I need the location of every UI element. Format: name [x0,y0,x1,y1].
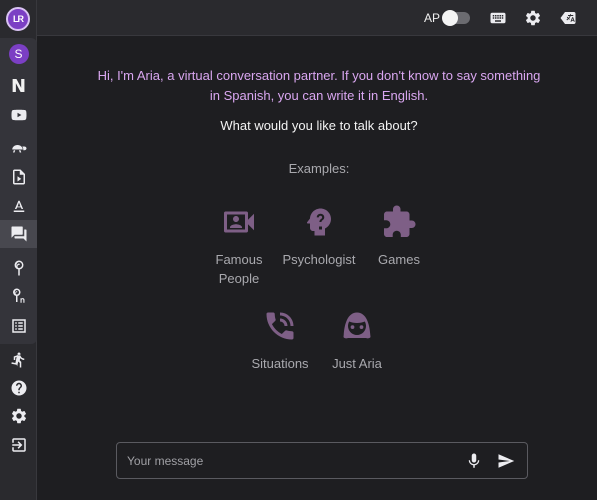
chat-icon [11,226,26,242]
gear-icon [525,10,541,26]
list-icon [11,319,26,333]
question-text: What would you like to talk about? [220,118,418,133]
text-format-icon [13,200,24,212]
sidebar-item-settings[interactable] [0,402,37,430]
lollipop-n-icon [12,288,24,303]
send-icon [498,454,515,468]
sidebar-item-login[interactable] [0,431,37,459]
login-icon [11,438,26,452]
sidebar-item-text[interactable] [0,192,37,220]
examples-label: Examples: [288,161,350,176]
head-question-icon [301,204,337,240]
sidebar-item-lollipop[interactable] [0,254,37,282]
sidebar-item-turtle[interactable] [0,134,37,162]
phone-call-icon [262,308,298,344]
app-logo[interactable]: LR [6,7,30,31]
intro-text: Hi, I'm Aria, a virtual conversation par… [97,68,541,103]
face-icon [339,308,375,344]
example-psychologist[interactable]: Psychologist [274,204,364,269]
sidebar-item-video-file[interactable] [0,163,37,191]
settings-button[interactable] [524,9,542,27]
netflix-icon: N [10,75,27,97]
message-composer [116,442,528,479]
ap-label: AP [424,11,441,25]
contact-card-icon [221,204,257,240]
avatar: S [8,44,29,64]
top-bar: AP [37,0,597,36]
puzzle-icon [381,204,417,240]
sidebar-item-chat[interactable] [0,220,37,248]
example-famous-people[interactable]: Famous People [194,204,284,288]
turtle-icon [11,145,26,153]
sidebar-item-netflix[interactable]: N [0,72,37,100]
video-file-icon [12,169,25,185]
app-root: LR S N AP Hi, I'm Aria, a virtual conver… [0,0,597,500]
sidebar-group: S N [0,38,37,344]
sidebar-item-youtube[interactable] [0,101,37,129]
example-label: Just Aria [332,356,382,371]
toggle-knob [442,10,458,26]
keyboard-button[interactable] [489,9,507,27]
example-label: Famous People [215,252,263,286]
keyboard-icon [490,12,506,24]
example-label: Psychologist [282,252,356,267]
youtube-icon [11,109,26,121]
sidebar-item-accessibility[interactable] [0,346,37,374]
send-button[interactable] [497,452,515,470]
example-just-aria[interactable]: Just Aria [312,308,402,373]
message-input[interactable] [127,452,447,470]
lollipop-icon [14,260,23,276]
help-icon [11,380,26,396]
accessibility-icon [10,352,24,368]
sidebar-item-list[interactable] [0,312,37,340]
translate-button[interactable] [559,9,577,27]
sidebar-item-help[interactable] [0,374,37,402]
microphone-button[interactable] [465,452,483,470]
ap-toggle[interactable] [442,10,470,26]
translate-icon [560,12,576,24]
settings-icon [11,408,26,424]
sidebar-item-lollipop-n[interactable] [0,282,37,310]
chat-panel: Hi, I'm Aria, a virtual conversation par… [37,37,597,500]
sidebar: LR S N [0,0,37,500]
sidebar-item-profile[interactable]: S [0,40,37,68]
example-label: Games [378,252,420,267]
microphone-icon [468,453,480,468]
example-games[interactable]: Games [354,204,444,269]
